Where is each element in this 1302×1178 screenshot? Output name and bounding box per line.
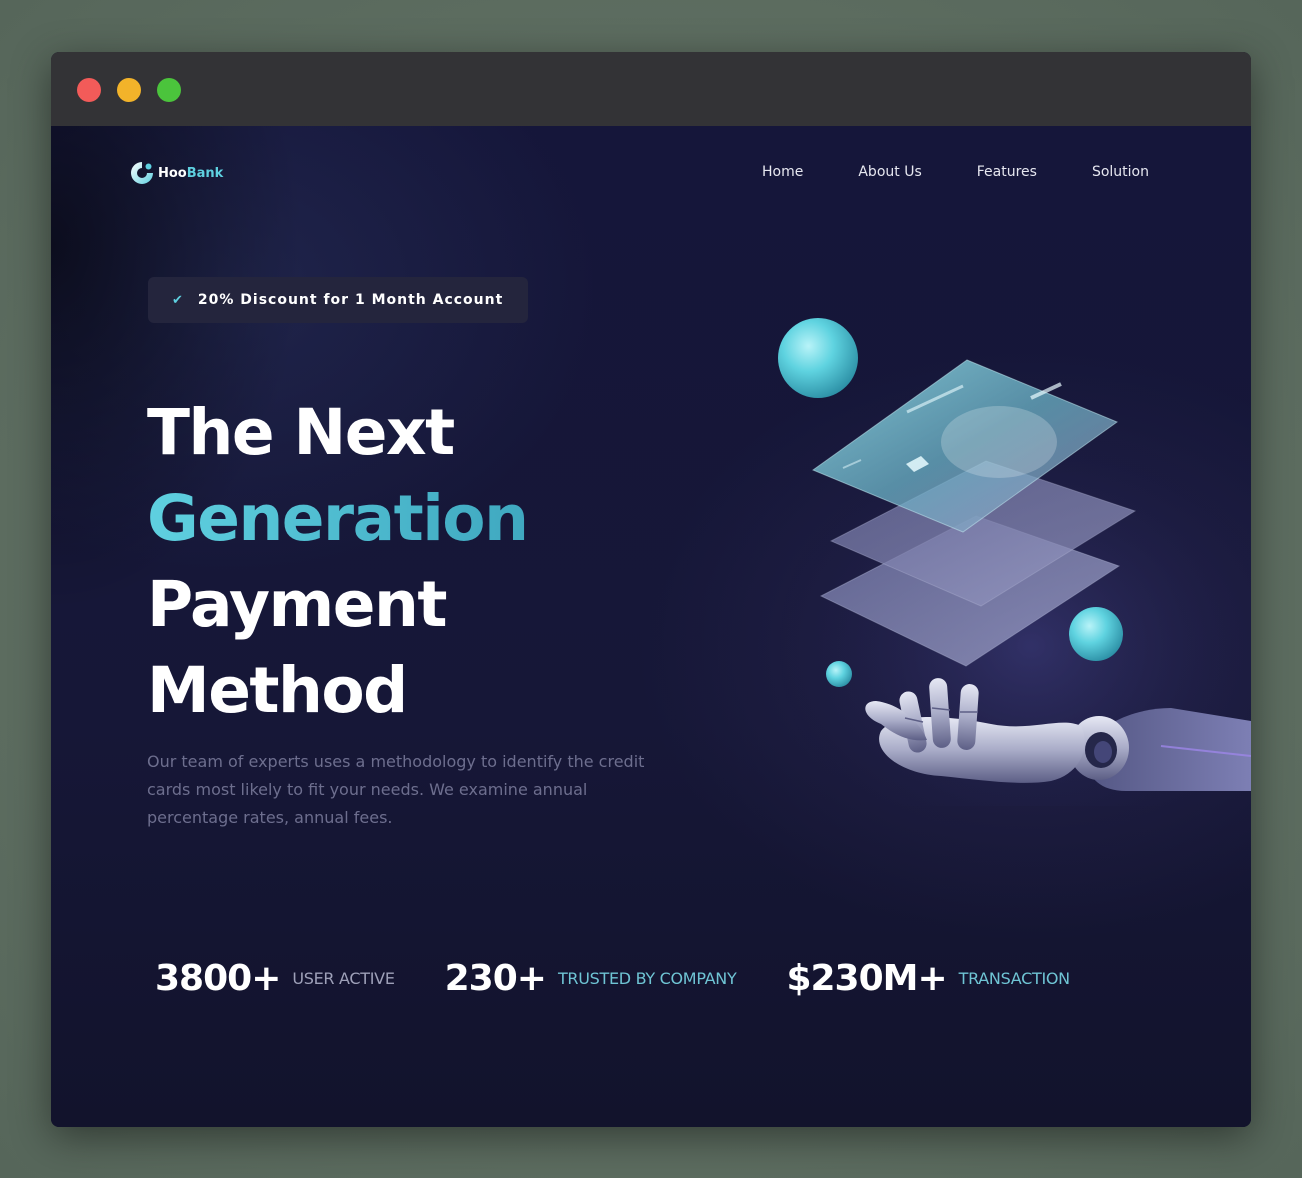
main-nav: Home About Us Features Solution — [707, 164, 1149, 180]
brand-name-part2: Bank — [186, 165, 224, 181]
headline-line-3: Payment — [147, 568, 447, 641]
brand-name-part1: Hoo — [158, 165, 187, 181]
stat-trusted-by-company: 230+ TRUSTED BY COMPANY — [445, 958, 737, 999]
hero-description: Our team of experts uses a methodology t… — [147, 752, 645, 827]
headline-line-1: The Next — [147, 396, 455, 469]
check-icon: ✔ — [172, 292, 183, 308]
close-window-button[interactable] — [77, 78, 101, 102]
nav-item-features[interactable]: Features — [977, 164, 1037, 180]
hoobank-logo-icon — [129, 160, 155, 186]
stats-row: 3800+ USER ACTIVE 230+ TRUSTED BY COMPAN… — [155, 958, 1120, 999]
nav-item-about-us[interactable]: About Us — [858, 164, 921, 180]
stat-value: $230M+ — [786, 958, 947, 999]
stat-label: USER ACTIVE — [292, 969, 395, 988]
desktop-backdrop: HooBank Home About Us Features Solution … — [0, 0, 1302, 1178]
window-titlebar — [51, 52, 1251, 126]
minimize-window-button[interactable] — [117, 78, 141, 102]
stat-transaction: $230M+ TRANSACTION — [786, 958, 1071, 999]
headline-line-2: Generation — [147, 476, 529, 562]
stat-value: 230+ — [444, 958, 547, 999]
robot-hand-with-floating-cards — [731, 246, 1251, 876]
nav-item-home[interactable]: Home — [762, 164, 803, 180]
stat-user-active: 3800+ USER ACTIVE — [155, 958, 395, 999]
discount-badge: ✔ 20% Discount for 1 Month Account — [148, 277, 528, 323]
brand-name: HooBank — [158, 166, 223, 181]
nav-item-solution[interactable]: Solution — [1092, 164, 1149, 180]
stat-label: TRANSACTION — [958, 969, 1071, 988]
discount-badge-text: 20% Discount for 1 Month Account — [197, 292, 504, 308]
maximize-window-button[interactable] — [157, 78, 181, 102]
hero-headline: The Next Generation Payment Method — [147, 390, 529, 734]
stat-value: 3800+ — [155, 958, 281, 999]
headline-line-4: Method — [147, 654, 408, 727]
stat-label: TRUSTED BY COMPANY — [557, 969, 737, 988]
browser-window: HooBank Home About Us Features Solution … — [51, 52, 1251, 1127]
page-viewport: HooBank Home About Us Features Solution … — [51, 126, 1251, 1127]
brand-logo[interactable]: HooBank — [129, 158, 223, 188]
